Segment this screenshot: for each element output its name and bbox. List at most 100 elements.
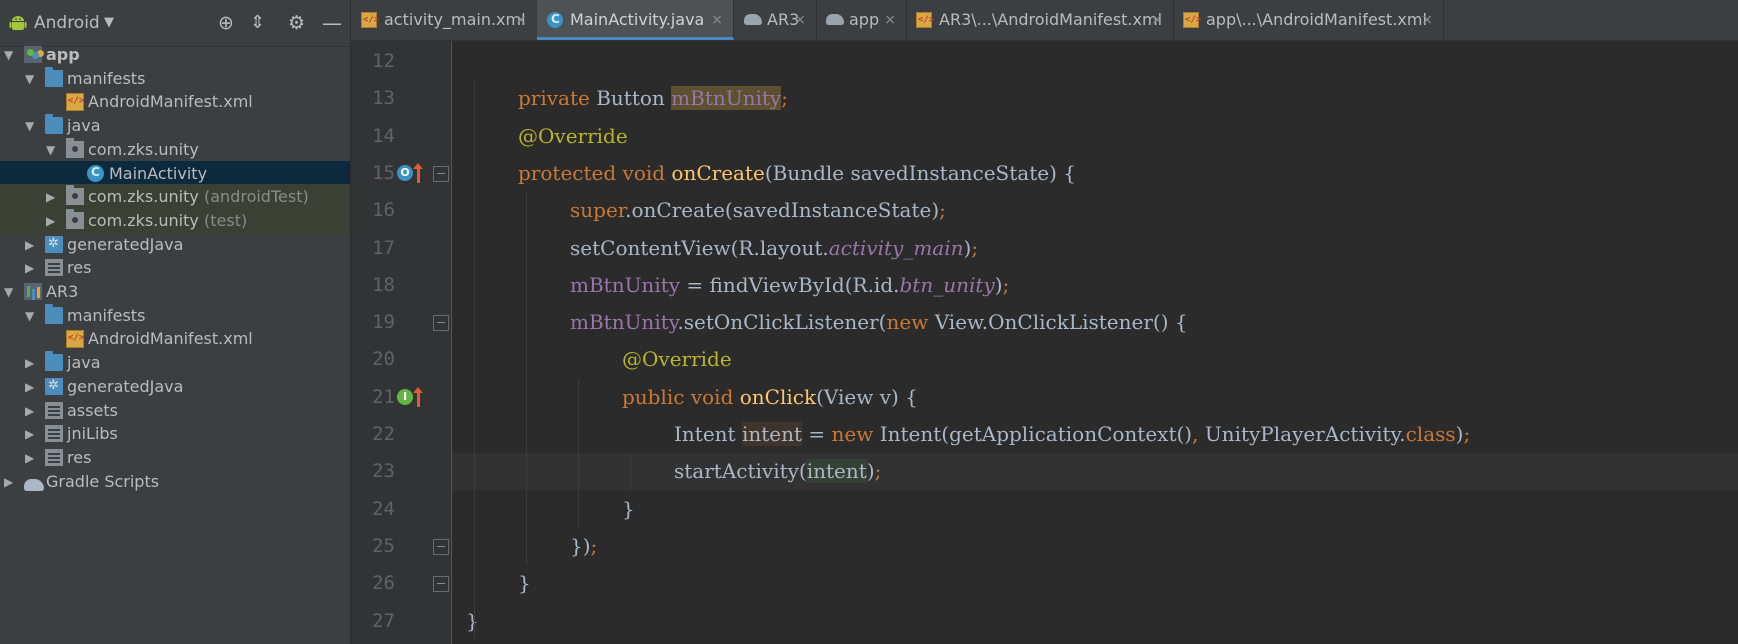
project-view-selector[interactable]: Android <box>34 0 100 46</box>
collapse-arrow-icon[interactable]: ▶ <box>25 452 34 464</box>
expand-arrow-icon[interactable]: ▼ <box>46 144 55 156</box>
close-icon[interactable]: × <box>1421 0 1433 40</box>
tree-item-label: AndroidManifest.xml <box>88 92 253 112</box>
close-icon[interactable]: × <box>515 0 527 40</box>
code-token: intent <box>741 422 803 446</box>
code-line[interactable]: } <box>452 603 1738 640</box>
code-line[interactable]: mBtnUnity.setOnClickListener(new View.On… <box>452 304 1738 341</box>
code-token: private <box>518 86 597 111</box>
tab-app[interactable]: app × <box>816 0 907 40</box>
expand-arrow-icon[interactable]: ▼ <box>4 286 13 298</box>
code-editor[interactable]: 12 13 14 15 16 17 18 19 20 21 22 23 24 25 26 27 O I priva… <box>351 41 1738 644</box>
fold-marker-icon[interactable] <box>433 576 449 593</box>
code-line[interactable]: } <box>452 491 1738 528</box>
tree-item[interactable]: ▶ com.zks.unity (androidTest) <box>0 184 350 211</box>
collapse-arrow-icon[interactable]: ▶ <box>25 381 34 393</box>
collapse-arrow-icon[interactable]: ▶ <box>46 215 55 227</box>
code-line-content: startActivity(intent); <box>674 453 881 490</box>
code-token: intent <box>806 459 867 484</box>
fold-marker-icon[interactable] <box>433 165 449 182</box>
tab-label: app\...\AndroidManifest.xml <box>1206 10 1427 29</box>
tree-item-label: app <box>46 45 80 64</box>
collapse-arrow-icon[interactable]: ▶ <box>25 405 34 417</box>
collapse-all-icon[interactable]: ⇕ <box>250 0 265 46</box>
tree-item[interactable]: AndroidManifest.xml <box>0 89 350 115</box>
collapse-arrow-icon[interactable]: ▶ <box>25 357 34 369</box>
collapse-arrow-icon[interactable]: ▶ <box>25 428 34 440</box>
xml-file-icon <box>916 12 934 28</box>
code-line-content: mBtnUnity = findViewById(R.id.btn_unity)… <box>570 267 1009 304</box>
tree-item[interactable]: ▶ generatedJava <box>0 374 350 400</box>
code-line[interactable]: public void onClick(View v) { <box>452 379 1738 416</box>
tree-item[interactable]: AndroidManifest.xml <box>0 326 350 352</box>
tab-ar3-androidmanifest-xml[interactable]: AR3\...\AndroidManifest.xml× <box>906 0 1174 40</box>
chevron-down-icon[interactable]: ▼ <box>104 0 114 46</box>
code-line[interactable]: } <box>452 565 1738 602</box>
expand-arrow-icon[interactable]: ▼ <box>4 49 13 61</box>
implements-method-icon[interactable]: I <box>397 388 413 405</box>
code-line-content: } <box>518 565 531 602</box>
tree-item[interactable]: ▶ res <box>0 255 350 281</box>
tree-item[interactable]: ▼ com.zks.unity <box>0 137 350 163</box>
fold-marker-icon[interactable] <box>433 538 449 555</box>
tree-item-suffix: (androidTest) <box>204 187 309 207</box>
gear-icon[interactable]: ⚙ <box>288 0 305 46</box>
code-token: = findViewById(R.id. <box>680 272 900 297</box>
code-line[interactable]: super.onCreate(savedInstanceState); <box>452 192 1738 229</box>
expand-arrow-icon[interactable]: ▼ <box>25 120 34 132</box>
tree-item[interactable]: ▼ manifests <box>0 66 350 92</box>
tree-item[interactable]: ▶ res <box>0 445 350 471</box>
tree-item[interactable]: ▼ app <box>0 42 350 68</box>
tree-item[interactable]: ▶ java <box>0 350 350 376</box>
project-panel-header: Android ▼ ⊕ ⇕ ⚙ — <box>0 0 350 47</box>
tab-ar3[interactable]: AR3 × <box>734 0 817 40</box>
indent-guide <box>630 453 631 491</box>
code-line[interactable]: private Button mBtnUnity; <box>452 80 1738 117</box>
tab-activity-main-xml[interactable]: activity_main.xml× <box>351 0 538 40</box>
tree-item[interactable]: ▶ com.zks.unity (test) <box>0 207 350 234</box>
code-token: }) <box>570 533 591 558</box>
tree-item[interactable]: ▼ manifests <box>0 303 350 329</box>
package-icon <box>66 208 84 229</box>
locate-icon[interactable]: ⊕ <box>218 0 234 46</box>
collapse-arrow-icon[interactable]: ▶ <box>25 239 34 251</box>
collapse-arrow-icon[interactable]: ▶ <box>46 191 55 203</box>
overrides-method-icon[interactable]: O <box>397 164 413 181</box>
close-icon[interactable]: × <box>1151 0 1163 40</box>
tab-app-androidmanifest-xml[interactable]: app\...\AndroidManifest.xml× <box>1173 0 1444 40</box>
tree-item[interactable]: ▼ AR3 <box>0 279 350 305</box>
collapse-arrow-icon[interactable]: ▶ <box>25 262 34 274</box>
expand-arrow-icon[interactable]: ▼ <box>25 73 34 85</box>
minimize-icon[interactable]: — <box>322 0 342 46</box>
code-line-content: protected void onCreate(Bundle savedInst… <box>518 155 1076 192</box>
tree-item[interactable]: ▶ generatedJava <box>0 232 350 258</box>
close-icon[interactable]: × <box>711 0 723 40</box>
tree-item[interactable]: ▶ assets <box>0 398 350 424</box>
tree-item[interactable]: ▼ java <box>0 113 350 139</box>
line-number: 27 <box>372 609 395 632</box>
code-area[interactable]: private Button mBtnUnity; @Override protec… <box>452 41 1738 644</box>
code-line[interactable]: setContentView(R.layout.activity_main); <box>452 230 1738 267</box>
tree-item-label: jniLibs <box>67 424 118 444</box>
expand-arrow-icon[interactable]: ▼ <box>25 310 34 322</box>
close-icon[interactable]: × <box>884 0 896 40</box>
collapse-arrow-icon[interactable]: ▶ <box>4 476 13 488</box>
code-line[interactable] <box>452 43 1738 80</box>
code-line[interactable]: @Override <box>452 341 1738 378</box>
resource-folder-icon <box>45 259 63 277</box>
tree-item[interactable]: ▶ Gradle Scripts <box>0 469 350 495</box>
code-line[interactable]: @Override <box>452 118 1738 155</box>
code-line[interactable]: startActivity(intent); <box>452 453 1738 491</box>
tree-item[interactable]: ▶ jniLibs <box>0 421 350 447</box>
line-number: 14 <box>372 124 395 147</box>
code-line[interactable]: Intent intent = new Intent(getApplicatio… <box>452 416 1738 453</box>
fold-marker-icon[interactable] <box>433 315 449 332</box>
code-line-content: } <box>466 603 479 640</box>
code-line[interactable]: protected void onCreate(Bundle savedInst… <box>452 155 1738 192</box>
tab-mainactivity-java[interactable]: MainActivity.java × <box>537 0 734 40</box>
code-token: mBtnUnity <box>570 310 678 335</box>
code-line[interactable]: mBtnUnity = findViewById(R.id.btn_unity)… <box>452 267 1738 304</box>
close-icon[interactable]: × <box>794 0 806 40</box>
code-line[interactable]: }); <box>452 528 1738 565</box>
tree-item[interactable]: MainActivity <box>0 160 350 187</box>
